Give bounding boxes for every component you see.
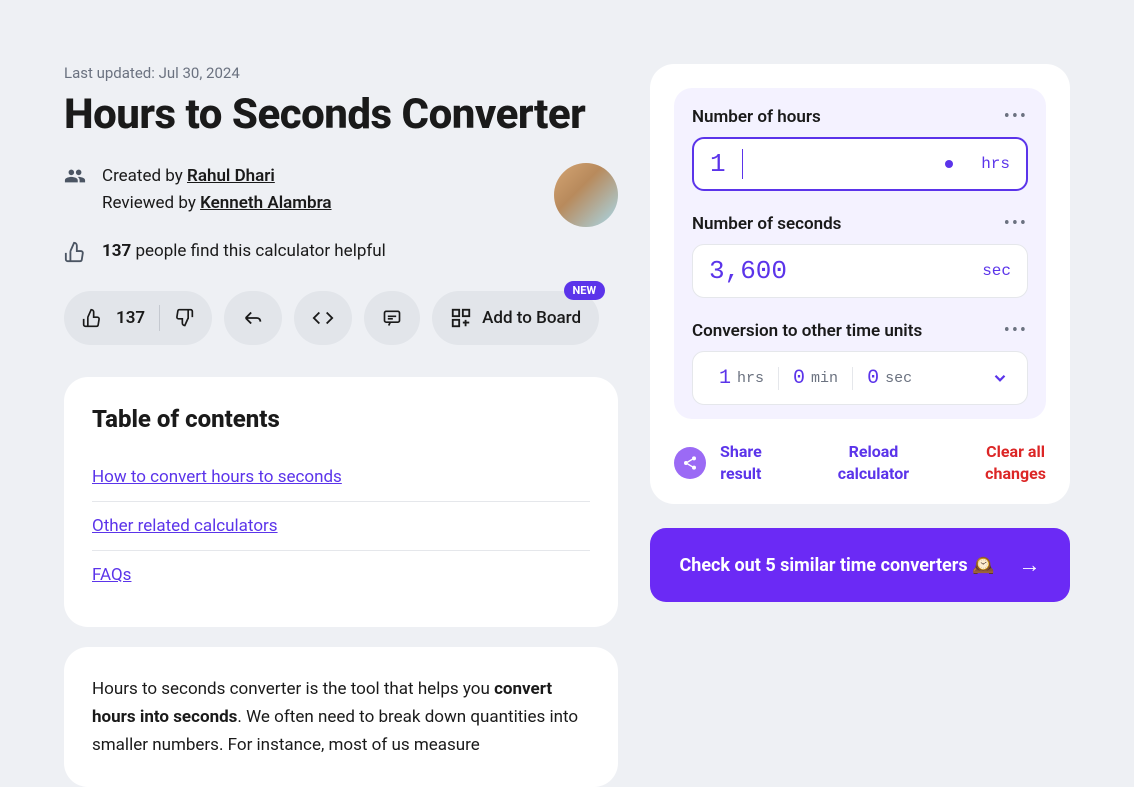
- toc-item[interactable]: Other related calculators: [92, 502, 590, 551]
- vote-divider: [159, 305, 160, 331]
- calculator-card: Number of hours ••• 1 hrs Number of seco…: [650, 64, 1070, 504]
- add-to-board-label: Add to Board: [482, 308, 581, 328]
- chevron-down-icon[interactable]: [985, 369, 1015, 387]
- field-menu-icon[interactable]: •••: [1004, 106, 1028, 127]
- seconds-value: 3,600: [709, 256, 982, 286]
- helpful-text: 137 people find this calculator helpful: [102, 241, 386, 261]
- input-caret-dot: [945, 160, 953, 168]
- hours-unit[interactable]: hrs: [981, 155, 1010, 173]
- vote-pill: 137: [64, 291, 212, 345]
- page-title: Hours to Seconds Converter: [64, 90, 618, 139]
- last-updated: Last updated: Jul 30, 2024: [64, 64, 618, 82]
- hms-input[interactable]: 1hrs 0min 0sec: [692, 351, 1028, 405]
- toc-title: Table of contents: [92, 405, 590, 433]
- hours-value: 1: [710, 149, 945, 179]
- hms-seconds-segment[interactable]: 0sec: [853, 367, 926, 390]
- field-menu-icon[interactable]: •••: [1004, 320, 1028, 341]
- board-icon: [450, 307, 472, 329]
- reviewed-by-label: Reviewed by: [102, 193, 200, 213]
- thumbs-up-icon[interactable]: [82, 308, 102, 328]
- reload-button[interactable]: Reloadcalculator: [838, 441, 909, 484]
- seconds-input[interactable]: 3,600 sec: [692, 244, 1028, 298]
- created-by-label: Created by: [102, 166, 187, 186]
- hours-label: Number of hours: [692, 107, 821, 127]
- avatar[interactable]: [554, 163, 618, 227]
- seconds-unit[interactable]: sec: [982, 262, 1011, 280]
- author-link[interactable]: Rahul Dhari: [187, 166, 275, 186]
- created-reviewed-block: Created by Rahul Dhari Reviewed by Kenne…: [102, 163, 332, 217]
- share-icon[interactable]: [674, 447, 706, 479]
- clear-button[interactable]: Clear allchanges: [985, 441, 1046, 484]
- share-button[interactable]: [224, 291, 282, 345]
- thumbs-up-icon: [64, 241, 86, 263]
- hms-minutes-segment[interactable]: 0min: [779, 367, 853, 390]
- hours-input[interactable]: 1 hrs: [692, 137, 1028, 191]
- promo-banner[interactable]: Check out 5 similar time converters 🕰️ →: [650, 528, 1070, 602]
- seconds-label: Number of seconds: [692, 214, 841, 234]
- upvote-count: 137: [116, 308, 145, 328]
- other-units-label: Conversion to other time units: [692, 321, 922, 341]
- toc-item[interactable]: FAQs: [92, 551, 590, 599]
- intro-paragraph: Hours to seconds converter is the tool t…: [92, 675, 590, 759]
- share-result-button[interactable]: Shareresult: [720, 441, 762, 484]
- people-icon: [64, 165, 86, 187]
- field-menu-icon[interactable]: •••: [1004, 213, 1028, 234]
- content-card: Hours to seconds converter is the tool t…: [64, 647, 618, 787]
- toc-card: Table of contents How to convert hours t…: [64, 377, 618, 627]
- arrow-right-icon: →: [1019, 552, 1041, 578]
- thumbs-down-icon[interactable]: [174, 308, 194, 328]
- comment-button[interactable]: [364, 291, 420, 345]
- promo-text: Check out 5 similar time converters 🕰️: [679, 555, 994, 576]
- embed-button[interactable]: [294, 291, 352, 345]
- reviewer-link[interactable]: Kenneth Alambra: [200, 193, 331, 213]
- toc-item[interactable]: How to convert hours to seconds: [92, 453, 590, 502]
- new-badge: NEW: [564, 281, 606, 300]
- hms-hours-segment[interactable]: 1hrs: [705, 367, 779, 390]
- add-to-board-button[interactable]: Add to Board NEW: [432, 291, 599, 345]
